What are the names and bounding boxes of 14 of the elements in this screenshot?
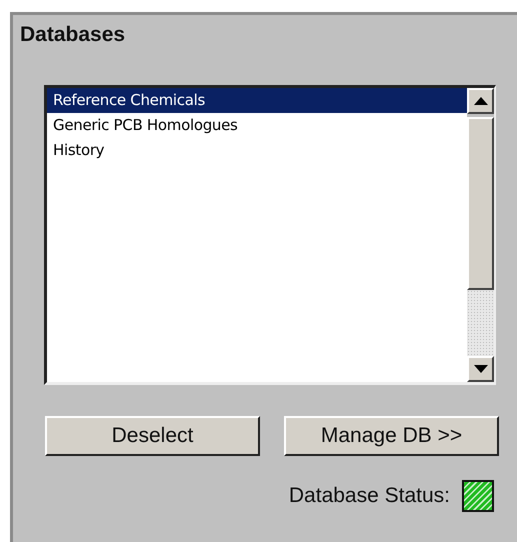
- manage-button[interactable]: Manage DB >>: [284, 416, 499, 456]
- up-arrow-icon: [474, 97, 488, 105]
- scroll-down-button[interactable]: [467, 356, 494, 382]
- list-box[interactable]: Reference Chemicals Generic PCB Homologues History: [44, 85, 496, 385]
- scrollbar[interactable]: [467, 88, 494, 382]
- list-item[interactable]: History: [47, 138, 467, 163]
- down-arrow-icon: [474, 365, 488, 373]
- panel-title: Databases: [20, 23, 126, 47]
- status-label: Database Status:: [288, 484, 450, 508]
- list-item[interactable]: Reference Chemicals: [47, 88, 467, 113]
- list-item[interactable]: Generic PCB Homologues: [47, 113, 467, 138]
- deselect-button[interactable]: Deselect: [45, 416, 260, 456]
- scroll-thumb[interactable]: [467, 117, 494, 290]
- scroll-up-button[interactable]: [467, 88, 494, 114]
